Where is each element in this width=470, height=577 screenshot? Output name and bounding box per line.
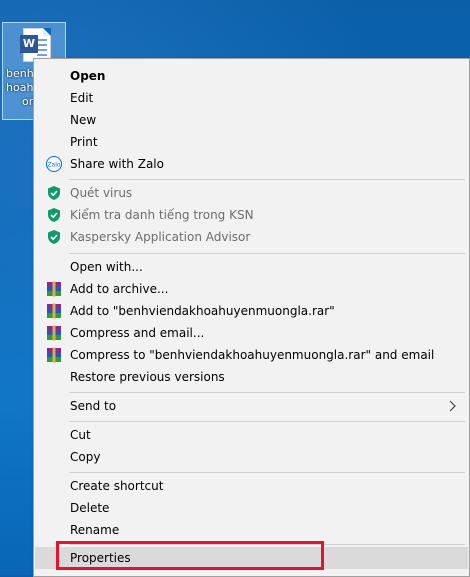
menu-item-restore-previous-versions[interactable]: Restore previous versions <box>35 366 468 388</box>
winrar-icon <box>47 347 61 363</box>
menu-item-quet-virus[interactable]: Quét virus <box>35 182 468 204</box>
menu-item-label: Restore previous versions <box>70 370 225 384</box>
winrar-icon <box>47 303 61 319</box>
menu-item-add-to-rar[interactable]: Add to "benhviendakhoahuyenmuongla.rar" <box>35 300 468 322</box>
menu-item-create-shortcut[interactable]: Create shortcut <box>35 475 468 497</box>
menu-item-label: Kiểm tra danh tiếng trong KSN <box>70 208 254 222</box>
menu-separator <box>69 179 465 180</box>
menu-item-add-to-archive[interactable]: Add to archive... <box>35 278 468 300</box>
menu-item-label: Add to archive... <box>70 282 169 296</box>
menu-item-label: Cut <box>70 428 91 442</box>
menu-item-share-with-zalo[interactable]: Zalo Share with Zalo <box>35 153 468 175</box>
menu-item-label: Kaspersky Application Advisor <box>70 230 251 244</box>
menu-item-label: Compress to "benhviendakhoahuyenmuongla.… <box>70 348 435 362</box>
menu-item-open[interactable]: Open <box>35 65 468 87</box>
menu-item-kiem-tra-ksn[interactable]: Kiểm tra danh tiếng trong KSN <box>35 204 468 226</box>
chevron-right-icon <box>449 400 456 412</box>
menu-separator <box>69 392 465 393</box>
menu-item-label: Copy <box>70 450 101 464</box>
menu-item-label: Rename <box>70 523 120 537</box>
menu-item-send-to[interactable]: Send to <box>35 395 468 417</box>
menu-item-label: Send to <box>70 399 117 413</box>
zalo-icon: Zalo <box>46 156 62 172</box>
menu-item-label: New <box>70 113 97 127</box>
menu-item-compress-and-email[interactable]: Compress and email... <box>35 322 468 344</box>
menu-item-label: Compress and email... <box>70 326 205 340</box>
winrar-icon <box>47 281 61 297</box>
menu-item-label: Create shortcut <box>70 479 164 493</box>
menu-item-label: Delete <box>70 501 110 515</box>
menu-separator <box>69 253 465 254</box>
context-menu: Open Edit New Print Zalo Share with Zalo… <box>33 58 470 577</box>
menu-separator <box>69 421 465 422</box>
menu-separator <box>69 472 465 473</box>
menu-item-rename[interactable]: Rename <box>35 519 468 541</box>
menu-item-label: Print <box>70 135 98 149</box>
kaspersky-shield-icon <box>48 186 60 200</box>
menu-item-open-with[interactable]: Open with... <box>35 256 468 278</box>
menu-item-label: Open <box>70 69 106 83</box>
menu-item-label: Quét virus <box>70 186 133 200</box>
zalo-icon-text: Zalo <box>47 162 60 169</box>
menu-item-delete[interactable]: Delete <box>35 497 468 519</box>
menu-item-copy[interactable]: Copy <box>35 446 468 468</box>
menu-item-label: Share with Zalo <box>70 157 164 171</box>
menu-item-label: Add to "benhviendakhoahuyenmuongla.rar" <box>70 304 335 318</box>
menu-item-cut[interactable]: Cut <box>35 424 468 446</box>
kaspersky-shield-icon <box>48 208 60 222</box>
kaspersky-shield-icon <box>48 230 60 244</box>
menu-item-compress-to-rar-and-email[interactable]: Compress to "benhviendakhoahuyenmuongla.… <box>35 344 468 366</box>
menu-item-print[interactable]: Print <box>35 131 468 153</box>
winrar-icon <box>47 325 61 341</box>
annotation-highlight-box <box>56 541 324 570</box>
menu-item-label: Open with... <box>70 260 143 274</box>
menu-item-edit[interactable]: Edit <box>35 87 468 109</box>
menu-item-label: Edit <box>70 91 94 105</box>
menu-item-kaspersky-advisor[interactable]: Kaspersky Application Advisor <box>35 226 468 248</box>
menu-item-new[interactable]: New <box>35 109 468 131</box>
word-document-icon: W <box>20 28 51 62</box>
